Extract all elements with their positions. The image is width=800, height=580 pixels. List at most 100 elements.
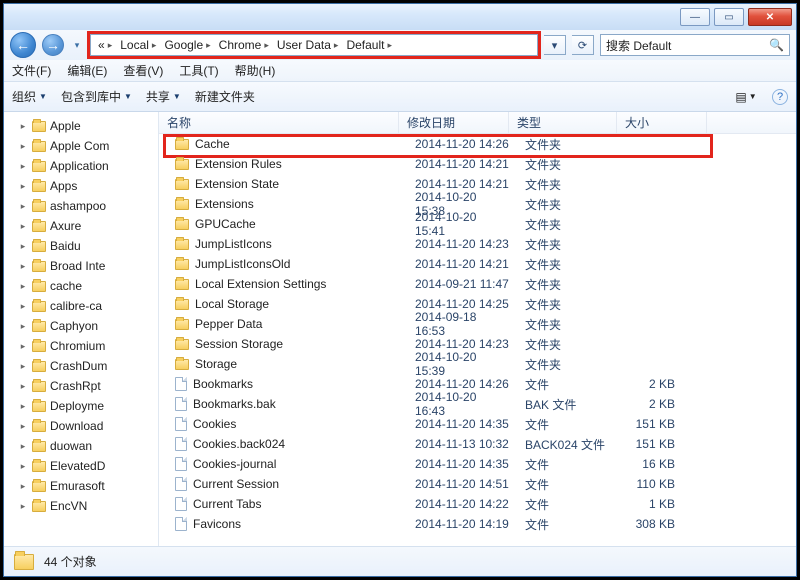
breadcrumb-item[interactable]: Default▸ bbox=[343, 36, 395, 54]
tree-node-label: CrashRpt bbox=[50, 379, 101, 393]
breadcrumb-item[interactable]: Google▸ bbox=[161, 36, 213, 54]
menu-edit[interactable]: 编辑(E) bbox=[67, 62, 107, 79]
close-button[interactable]: ✕ bbox=[748, 8, 792, 26]
new-folder-button[interactable]: 新建文件夹 bbox=[195, 88, 255, 105]
tree-node[interactable]: ▸Broad Inte bbox=[4, 256, 158, 276]
tree-twisty-icon[interactable]: ▸ bbox=[18, 201, 28, 212]
column-name[interactable]: 名称 bbox=[159, 112, 399, 133]
file-row[interactable]: Bookmarks.bak2014-10-20 16:43BAK 文件2 KB bbox=[159, 394, 796, 414]
file-row[interactable]: JumpListIconsOld2014-11-20 14:21文件夹 bbox=[159, 254, 796, 274]
tree-twisty-icon[interactable]: ▸ bbox=[18, 501, 28, 512]
tree-twisty-icon[interactable]: ▸ bbox=[18, 441, 28, 452]
folder-icon bbox=[32, 141, 46, 152]
file-row[interactable]: Extension Rules2014-11-20 14:21文件夹 bbox=[159, 154, 796, 174]
tree-node[interactable]: ▸Apple Com bbox=[4, 136, 158, 156]
tree-node[interactable]: ▸calibre-ca bbox=[4, 296, 158, 316]
tree-node[interactable]: ▸EncVN bbox=[4, 496, 158, 516]
file-name: GPUCache bbox=[195, 217, 256, 231]
tree-twisty-icon[interactable]: ▸ bbox=[18, 281, 28, 292]
file-type: 文件夹 bbox=[517, 174, 625, 194]
tree-twisty-icon[interactable]: ▸ bbox=[18, 361, 28, 372]
tree-node[interactable]: ▸Deployme bbox=[4, 396, 158, 416]
menu-tools[interactable]: 工具(T) bbox=[179, 62, 218, 79]
tree-twisty-icon[interactable]: ▸ bbox=[18, 381, 28, 392]
folder-icon bbox=[32, 321, 46, 332]
tree-node[interactable]: ▸CrashDum bbox=[4, 356, 158, 376]
minimize-button[interactable]: — bbox=[680, 8, 710, 26]
tree-twisty-icon[interactable]: ▸ bbox=[18, 321, 28, 332]
tree-node-label: ElevatedD bbox=[50, 459, 105, 473]
search-input[interactable]: 搜索 Default 🔍 bbox=[600, 34, 790, 56]
refresh-button[interactable]: ⟳ bbox=[572, 35, 594, 55]
tree-node[interactable]: ▸Baidu bbox=[4, 236, 158, 256]
share-button[interactable]: 共享▼ bbox=[146, 88, 181, 105]
file-row[interactable]: Cookies.back0242014-11-13 10:32BACK024 文… bbox=[159, 434, 796, 454]
nav-history-dropdown[interactable]: ▾ bbox=[70, 34, 84, 56]
file-name: Cache bbox=[195, 137, 230, 151]
tree-twisty-icon[interactable]: ▸ bbox=[18, 301, 28, 312]
file-row[interactable]: Storage2014-10-20 15:39文件夹 bbox=[159, 354, 796, 374]
tree-twisty-icon[interactable]: ▸ bbox=[18, 121, 28, 132]
breadcrumb-item[interactable]: Local▸ bbox=[117, 36, 159, 54]
tree-node[interactable]: ▸Apps bbox=[4, 176, 158, 196]
file-row[interactable]: Cookies-journal2014-11-20 14:35文件16 KB bbox=[159, 454, 796, 474]
tree-node[interactable]: ▸Apple bbox=[4, 116, 158, 136]
tree-node[interactable]: ▸Caphyon bbox=[4, 316, 158, 336]
file-row[interactable]: Local Extension Settings2014-09-21 11:47… bbox=[159, 274, 796, 294]
tree-twisty-icon[interactable]: ▸ bbox=[18, 401, 28, 412]
back-button[interactable]: ← bbox=[10, 32, 36, 58]
tree-node-label: Application bbox=[50, 159, 109, 173]
column-type[interactable]: 类型 bbox=[509, 112, 617, 133]
menu-view[interactable]: 查看(V) bbox=[123, 62, 163, 79]
tree-node[interactable]: ▸ashampoo bbox=[4, 196, 158, 216]
navigation-tree[interactable]: ▸Apple▸Apple Com▸Application▸Apps▸ashamp… bbox=[4, 112, 159, 546]
tree-twisty-icon[interactable]: ▸ bbox=[18, 141, 28, 152]
tree-twisty-icon[interactable]: ▸ bbox=[18, 161, 28, 172]
breadcrumb-overflow[interactable]: «▸ bbox=[95, 36, 115, 54]
maximize-button[interactable]: ▭ bbox=[714, 8, 744, 26]
tree-twisty-icon[interactable]: ▸ bbox=[18, 241, 28, 252]
tree-twisty-icon[interactable]: ▸ bbox=[18, 481, 28, 492]
tree-node[interactable]: ▸ Download bbox=[4, 416, 158, 436]
tree-node[interactable]: ▸Emurasoft bbox=[4, 476, 158, 496]
tree-node[interactable]: ▸ ElevatedD bbox=[4, 456, 158, 476]
tree-twisty-icon[interactable]: ▸ bbox=[18, 461, 28, 472]
file-row[interactable]: Cookies2014-11-20 14:35文件151 KB bbox=[159, 414, 796, 434]
breadcrumb[interactable]: «▸ Local▸ Google▸ Chrome▸ User Data▸ Def… bbox=[90, 34, 538, 56]
tree-node[interactable]: ▸ CrashRpt bbox=[4, 376, 158, 396]
tree-twisty-icon[interactable]: ▸ bbox=[18, 421, 28, 432]
help-button[interactable]: ? bbox=[772, 89, 788, 105]
include-in-library-button[interactable]: 包含到库中▼ bbox=[61, 88, 132, 105]
tree-twisty-icon[interactable]: ▸ bbox=[18, 221, 28, 232]
tree-twisty-icon[interactable]: ▸ bbox=[18, 181, 28, 192]
file-row[interactable]: Current Tabs2014-11-20 14:22文件1 KB bbox=[159, 494, 796, 514]
breadcrumb-item[interactable]: User Data▸ bbox=[274, 36, 342, 54]
organize-button[interactable]: 组织▼ bbox=[12, 88, 47, 105]
view-options-button[interactable]: ▤▼ bbox=[734, 87, 758, 107]
column-date[interactable]: 修改日期 bbox=[399, 112, 509, 133]
file-row[interactable]: Favicons2014-11-20 14:19文件308 KB bbox=[159, 514, 796, 534]
forward-button[interactable]: → bbox=[42, 34, 64, 56]
file-row[interactable]: Current Session2014-11-20 14:51文件110 KB bbox=[159, 474, 796, 494]
tree-twisty-icon[interactable]: ▸ bbox=[18, 261, 28, 272]
file-icon bbox=[175, 497, 187, 511]
tree-node[interactable]: ▸ Application bbox=[4, 156, 158, 176]
file-row[interactable]: JumpListIcons2014-11-20 14:23文件夹 bbox=[159, 234, 796, 254]
tree-node[interactable]: ▸cache bbox=[4, 276, 158, 296]
file-row[interactable]: GPUCache2014-10-20 15:41文件夹 bbox=[159, 214, 796, 234]
tree-twisty-icon[interactable]: ▸ bbox=[18, 341, 28, 352]
tree-node[interactable]: ▸Chromium bbox=[4, 336, 158, 356]
file-row[interactable]: Cache2014-11-20 14:26文件夹 bbox=[159, 134, 796, 154]
menu-help[interactable]: 帮助(H) bbox=[235, 62, 276, 79]
column-size[interactable]: 大小 bbox=[617, 112, 707, 133]
content-area: ▸Apple▸Apple Com▸Application▸Apps▸ashamp… bbox=[4, 112, 796, 546]
file-row[interactable]: Pepper Data2014-09-18 16:53文件夹 bbox=[159, 314, 796, 334]
address-dropdown[interactable]: ▾ bbox=[544, 35, 566, 55]
tree-node-label: Download bbox=[50, 419, 103, 433]
tree-node[interactable]: ▸Axure bbox=[4, 216, 158, 236]
file-date: 2014-11-13 10:32 bbox=[407, 434, 517, 454]
breadcrumb-item[interactable]: Chrome▸ bbox=[216, 36, 272, 54]
menu-file[interactable]: 文件(F) bbox=[12, 62, 51, 79]
tree-node[interactable]: ▸duowan bbox=[4, 436, 158, 456]
file-icon bbox=[175, 457, 187, 471]
